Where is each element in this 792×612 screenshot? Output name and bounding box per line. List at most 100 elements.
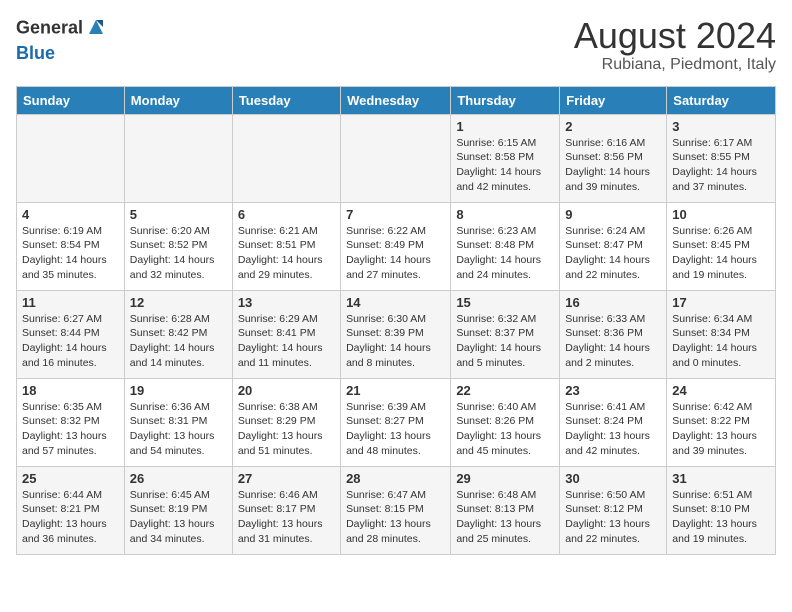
day-info: Sunrise: 6:22 AM Sunset: 8:49 PM Dayligh… xyxy=(346,224,445,283)
calendar-cell xyxy=(17,114,125,202)
day-info: Sunrise: 6:42 AM Sunset: 8:22 PM Dayligh… xyxy=(672,400,770,459)
logo-icon xyxy=(85,16,107,43)
day-number: 29 xyxy=(456,471,554,486)
header-day-thursday: Thursday xyxy=(451,86,560,114)
calendar-cell: 21Sunrise: 6:39 AM Sunset: 8:27 PM Dayli… xyxy=(341,378,451,466)
day-number: 13 xyxy=(238,295,335,310)
week-row-3: 11 Sunrise: 6:27 AM Sunset: 8:44 PM Dayli… xyxy=(17,290,776,378)
week-row-2: 4 Sunrise: 6:19 AM Sunset: 8:54 PM Daylig… xyxy=(17,202,776,290)
day-number: 1 xyxy=(456,119,554,134)
calendar-cell: 25 Sunrise: 6:44 AM Sunset: 8:21 PM Dayli… xyxy=(17,466,125,554)
calendar-cell: 15 Sunrise: 6:32 AM Sunset: 8:37 PM Dayli… xyxy=(451,290,560,378)
calendar-cell: 16 Sunrise: 6:33 AM Sunset: 8:36 PM Dayli… xyxy=(560,290,667,378)
calendar-cell: 28 Sunrise: 6:47 AM Sunset: 8:15 PM Dayli… xyxy=(341,466,451,554)
title-block: August 2024 Rubiana, Piedmont, Italy xyxy=(574,16,776,74)
day-info: Sunrise: 6:21 AM Sunset: 8:51 PM Dayligh… xyxy=(238,224,335,283)
day-number: 24 xyxy=(672,383,770,398)
calendar-table: SundayMondayTuesdayWednesdayThursdayFrid… xyxy=(16,86,776,555)
day-number: 28 xyxy=(346,471,445,486)
day-number: 8 xyxy=(456,207,554,222)
day-info: Sunrise: 6:40 AM Sunset: 8:26 PM Dayligh… xyxy=(456,400,554,459)
day-number: 17 xyxy=(672,295,770,310)
day-number: 15 xyxy=(456,295,554,310)
day-number: 5 xyxy=(130,207,227,222)
day-info: Sunrise: 6:36 AM Sunset: 8:31 PM Dayligh… xyxy=(130,400,227,459)
calendar-header: SundayMondayTuesdayWednesdayThursdayFrid… xyxy=(17,86,776,114)
page-header: General Blue August 2024 Rubiana, Piedmo… xyxy=(16,16,776,74)
calendar-cell: 27 Sunrise: 6:46 AM Sunset: 8:17 PM Dayli… xyxy=(232,466,340,554)
day-info: Sunrise: 6:33 AM Sunset: 8:36 PM Dayligh… xyxy=(565,312,661,371)
calendar-cell: 7Sunrise: 6:22 AM Sunset: 8:49 PM Daylig… xyxy=(341,202,451,290)
day-number: 23 xyxy=(565,383,661,398)
day-info: Sunrise: 6:46 AM Sunset: 8:17 PM Dayligh… xyxy=(238,488,335,547)
day-info: Sunrise: 6:30 AM Sunset: 8:39 PM Dayligh… xyxy=(346,312,445,371)
day-info: Sunrise: 6:51 AM Sunset: 8:10 PM Dayligh… xyxy=(672,488,770,547)
day-number: 16 xyxy=(565,295,661,310)
day-info: Sunrise: 6:39 AM Sunset: 8:27 PM Dayligh… xyxy=(346,400,445,459)
calendar-cell: 12 Sunrise: 6:28 AM Sunset: 8:42 PM Dayli… xyxy=(124,290,232,378)
calendar-cell: 10 Sunrise: 6:26 AM Sunset: 8:45 PM Dayli… xyxy=(667,202,776,290)
header-day-friday: Friday xyxy=(560,86,667,114)
day-info: Sunrise: 6:38 AM Sunset: 8:29 PM Dayligh… xyxy=(238,400,335,459)
calendar-cell: 26 Sunrise: 6:45 AM Sunset: 8:19 PM Dayli… xyxy=(124,466,232,554)
day-number: 11 xyxy=(22,295,119,310)
day-number: 10 xyxy=(672,207,770,222)
calendar-cell: 17 Sunrise: 6:34 AM Sunset: 8:34 PM Dayli… xyxy=(667,290,776,378)
day-info: Sunrise: 6:24 AM Sunset: 8:47 PM Dayligh… xyxy=(565,224,661,283)
logo-text-general: General xyxy=(16,18,83,38)
week-row-5: 25 Sunrise: 6:44 AM Sunset: 8:21 PM Dayli… xyxy=(17,466,776,554)
calendar-cell: 3 Sunrise: 6:17 AM Sunset: 8:55 PM Daylig… xyxy=(667,114,776,202)
calendar-cell: 8 Sunrise: 6:23 AM Sunset: 8:48 PM Daylig… xyxy=(451,202,560,290)
day-number: 3 xyxy=(672,119,770,134)
location-subtitle: Rubiana, Piedmont, Italy xyxy=(574,56,776,74)
day-info: Sunrise: 6:27 AM Sunset: 8:44 PM Dayligh… xyxy=(22,312,119,371)
day-info: Sunrise: 6:48 AM Sunset: 8:13 PM Dayligh… xyxy=(456,488,554,547)
logo-text-blue: Blue xyxy=(16,43,55,63)
calendar-cell: 13 Sunrise: 6:29 AM Sunset: 8:41 PM Dayli… xyxy=(232,290,340,378)
calendar-cell: 5Sunrise: 6:20 AM Sunset: 8:52 PM Daylig… xyxy=(124,202,232,290)
week-row-1: 1 Sunrise: 6:15 AM Sunset: 8:58 PM Daylig… xyxy=(17,114,776,202)
calendar-cell: 30 Sunrise: 6:50 AM Sunset: 8:12 PM Dayli… xyxy=(560,466,667,554)
day-info: Sunrise: 6:17 AM Sunset: 8:55 PM Dayligh… xyxy=(672,136,770,195)
day-number: 18 xyxy=(22,383,119,398)
day-number: 22 xyxy=(456,383,554,398)
day-info: Sunrise: 6:16 AM Sunset: 8:56 PM Dayligh… xyxy=(565,136,661,195)
day-number: 14 xyxy=(346,295,445,310)
day-number: 4 xyxy=(22,207,119,222)
day-info: Sunrise: 6:29 AM Sunset: 8:41 PM Dayligh… xyxy=(238,312,335,371)
day-info: Sunrise: 6:19 AM Sunset: 8:54 PM Dayligh… xyxy=(22,224,119,283)
day-number: 26 xyxy=(130,471,227,486)
header-row: SundayMondayTuesdayWednesdayThursdayFrid… xyxy=(17,86,776,114)
day-info: Sunrise: 6:47 AM Sunset: 8:15 PM Dayligh… xyxy=(346,488,445,547)
day-info: Sunrise: 6:28 AM Sunset: 8:42 PM Dayligh… xyxy=(130,312,227,371)
calendar-body: 1 Sunrise: 6:15 AM Sunset: 8:58 PM Daylig… xyxy=(17,114,776,554)
day-info: Sunrise: 6:34 AM Sunset: 8:34 PM Dayligh… xyxy=(672,312,770,371)
day-number: 9 xyxy=(565,207,661,222)
calendar-cell: 6Sunrise: 6:21 AM Sunset: 8:51 PM Daylig… xyxy=(232,202,340,290)
calendar-cell xyxy=(124,114,232,202)
day-number: 20 xyxy=(238,383,335,398)
calendar-cell: 20 Sunrise: 6:38 AM Sunset: 8:29 PM Dayli… xyxy=(232,378,340,466)
day-info: Sunrise: 6:32 AM Sunset: 8:37 PM Dayligh… xyxy=(456,312,554,371)
day-info: Sunrise: 6:50 AM Sunset: 8:12 PM Dayligh… xyxy=(565,488,661,547)
day-number: 31 xyxy=(672,471,770,486)
day-info: Sunrise: 6:15 AM Sunset: 8:58 PM Dayligh… xyxy=(456,136,554,195)
day-number: 30 xyxy=(565,471,661,486)
calendar-cell: 31 Sunrise: 6:51 AM Sunset: 8:10 PM Dayli… xyxy=(667,466,776,554)
calendar-cell: 2 Sunrise: 6:16 AM Sunset: 8:56 PM Daylig… xyxy=(560,114,667,202)
calendar-cell: 22 Sunrise: 6:40 AM Sunset: 8:26 PM Dayli… xyxy=(451,378,560,466)
logo: General Blue xyxy=(16,16,109,64)
day-info: Sunrise: 6:44 AM Sunset: 8:21 PM Dayligh… xyxy=(22,488,119,547)
day-number: 25 xyxy=(22,471,119,486)
calendar-cell: 19Sunrise: 6:36 AM Sunset: 8:31 PM Dayli… xyxy=(124,378,232,466)
day-number: 27 xyxy=(238,471,335,486)
calendar-cell: 1 Sunrise: 6:15 AM Sunset: 8:58 PM Daylig… xyxy=(451,114,560,202)
calendar-cell: 4 Sunrise: 6:19 AM Sunset: 8:54 PM Daylig… xyxy=(17,202,125,290)
day-info: Sunrise: 6:45 AM Sunset: 8:19 PM Dayligh… xyxy=(130,488,227,547)
day-number: 12 xyxy=(130,295,227,310)
calendar-cell: 9 Sunrise: 6:24 AM Sunset: 8:47 PM Daylig… xyxy=(560,202,667,290)
day-info: Sunrise: 6:26 AM Sunset: 8:45 PM Dayligh… xyxy=(672,224,770,283)
day-info: Sunrise: 6:23 AM Sunset: 8:48 PM Dayligh… xyxy=(456,224,554,283)
day-number: 2 xyxy=(565,119,661,134)
day-info: Sunrise: 6:35 AM Sunset: 8:32 PM Dayligh… xyxy=(22,400,119,459)
